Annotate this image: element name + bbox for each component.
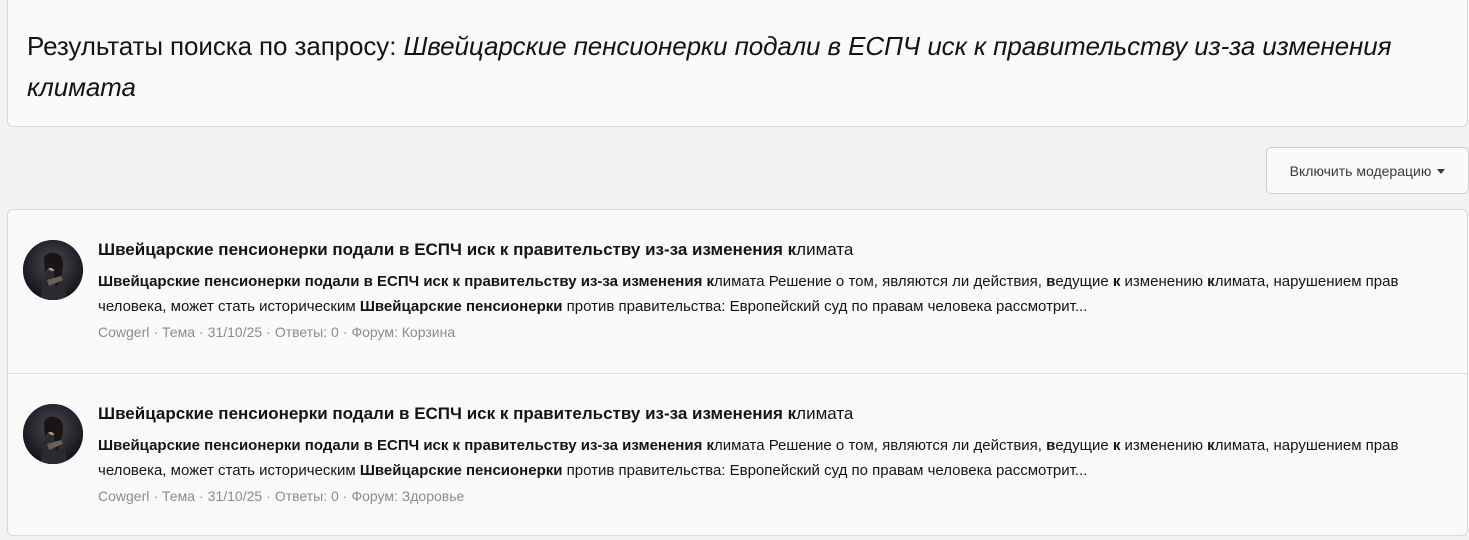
result-snippet: Швейцарские пенсионерки подали в ЕСПЧ ис… [98,433,1453,483]
result-meta: Cowgerl · Тема · 31/10/25 · Ответы: 0 · Форум: К… [98,320,1453,345]
search-results-list: Швейцарские пенсионерки подали в ЕСПЧ ис… [7,209,1468,536]
snippet-text: изменению [1120,273,1208,290]
snippet-highlight: к [1207,273,1215,290]
result-snippet: Швейцарские пенсионерки подали в ЕСПЧ ис… [98,269,1453,319]
meta-separator: · [342,488,348,504]
user-avatar[interactable] [23,404,83,464]
snippet-text: лимата Решение о том, являются ли действ… [714,437,1047,454]
snippet-text: против правительства: Европейский суд по… [562,462,1088,479]
result-title-link[interactable]: Швейцарские пенсионерки подали в ЕСПЧ ис… [98,402,1453,426]
content-type: Тема [162,488,195,504]
post-date: 31/10/25 [207,488,263,504]
result-meta: Cowgerl · Тема · 31/10/25 · Ответы: 0 · Форум: З… [98,484,1453,509]
meta-separator: · [266,488,271,504]
meta-separator: · [153,324,159,340]
caret-down-icon [1437,168,1446,174]
result-title-rest: лимата [796,404,854,423]
author-link[interactable]: Cowgerl [98,324,149,340]
search-header: Результаты поиска по запросу: Швейцарски… [7,0,1468,127]
result-title-rest: лимата [796,240,854,259]
user-avatar[interactable] [23,240,83,300]
content-type: Тема [162,324,195,340]
forum-link[interactable]: Здоровье [402,488,465,504]
snippet-highlight: в [1046,437,1056,454]
result-title-match: Швейцарские пенсионерки подали в ЕСПЧ ис… [98,240,797,259]
meta-separator: · [153,488,159,504]
enable-moderation-label: Включить модерацию [1289,162,1432,179]
post-date: 31/10/25 [207,324,263,340]
forum-prefix: Форум: [351,488,402,504]
enable-moderation-button[interactable]: Включить модерацию [1266,147,1469,194]
page-title: Результаты поиска по запросу: Швейцарски… [27,26,1448,108]
snippet-text: лимата Решение о том, являются ли действ… [714,273,1047,290]
result-title-link[interactable]: Швейцарские пенсионерки подали в ЕСПЧ ис… [98,238,1453,262]
snippet-highlight: в [1046,273,1056,290]
snippet-text: едущие [1055,437,1113,454]
snippet-highlight: Швейцарские пенсионерки [359,298,563,315]
snippet-highlight: Швейцарские пенсионерки [359,462,563,479]
forum-prefix: Форум: [351,324,402,340]
author-link[interactable]: Cowgerl [98,488,149,504]
snippet-text: против правительства: Европейский суд по… [562,298,1088,315]
snippet-text: едущие [1055,273,1113,290]
snippet-highlight: Швейцарские пенсионерки подали в ЕСПЧ ис… [98,273,715,290]
result-body: Швейцарские пенсионерки подали в ЕСПЧ ис… [98,402,1453,509]
snippet-highlight: к [1207,437,1215,454]
meta-separator: · [266,324,271,340]
meta-separator: · [199,488,204,504]
result-title-match: Швейцарские пенсионерки подали в ЕСПЧ ис… [98,404,797,423]
result-body: Швейцарские пенсионерки подали в ЕСПЧ ис… [98,238,1453,345]
snippet-text: изменению [1120,437,1208,454]
search-result-item: Швейцарские пенсионерки подали в ЕСПЧ ис… [8,210,1467,373]
snippet-highlight: Швейцарские пенсионерки подали в ЕСПЧ ис… [98,437,715,454]
meta-separator: · [342,324,348,340]
search-result-item: Швейцарские пенсионерки подали в ЕСПЧ ис… [8,373,1467,536]
page-title-prefix: Результаты поиска по запросу: [27,31,404,61]
meta-separator: · [199,324,204,340]
forum-link[interactable]: Корзина [402,324,455,340]
reply-count: Ответы: 0 [274,324,339,340]
reply-count: Ответы: 0 [274,488,339,504]
